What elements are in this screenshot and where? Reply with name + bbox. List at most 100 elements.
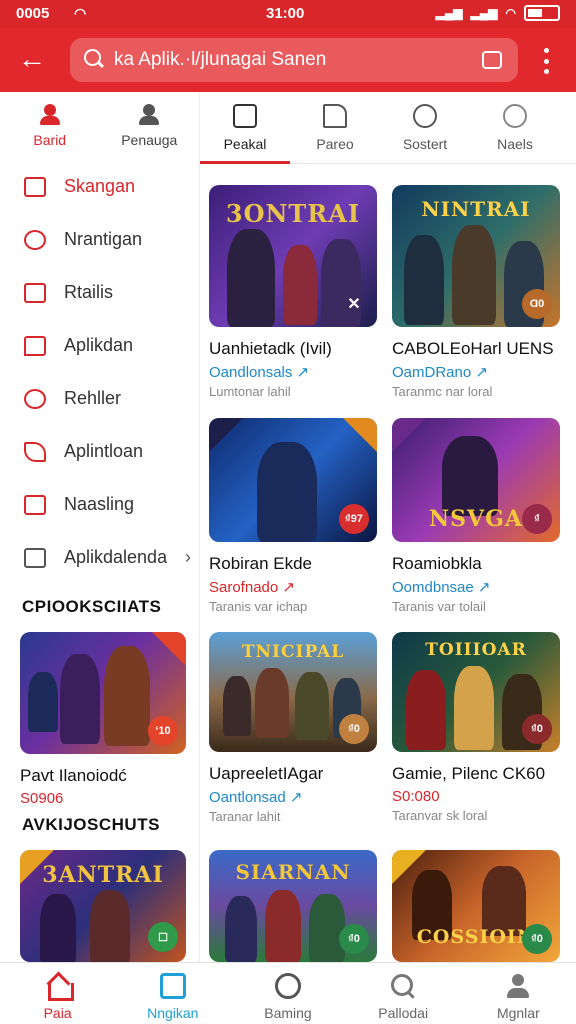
game-logo: 3ANTRAI — [42, 862, 164, 888]
category-tabs: Peakal Pareo Sostert Naels — [200, 92, 576, 164]
game-thumbnail[interactable]: TNICIPAL ₫0 — [209, 632, 377, 752]
game-thumbnail[interactable]: TOIIIOAR ₫0 — [392, 632, 560, 752]
nav-label: Mgnlar — [496, 1005, 540, 1021]
search-icon — [24, 229, 46, 250]
side-card[interactable]: ʻ10 Pavt Ilanoiodć S0906 — [20, 632, 186, 807]
corner-ribbon — [343, 418, 377, 452]
sidebar-item-skangan[interactable]: Skangan — [0, 160, 199, 213]
game-thumbnail[interactable]: NSVGA ₫ — [392, 418, 560, 542]
sidebar-tab-barid[interactable]: Barid — [0, 92, 100, 160]
game-card[interactable]: ₫97 Robiran Ekde Sarofnado ↗ Taranis var… — [209, 418, 377, 614]
game-card[interactable]: 3ONTRAI ✕ Uanhietadk (Ivil) Oandlonsals … — [209, 185, 377, 399]
game-logo: NINTRAI — [421, 197, 531, 221]
game-thumbnail[interactable]: ₫97 — [209, 418, 377, 542]
chat-icon — [24, 335, 46, 356]
game-card[interactable]: NSVGA ₫ Roamiobkla Oomdbnsae ↗ Taranis v… — [392, 418, 560, 614]
game-thumbnail[interactable]: SIARNAN ₫0 — [209, 850, 377, 962]
nav-baming[interactable]: Baming — [230, 963, 345, 1024]
discount-badge: ₫0 — [522, 924, 552, 954]
send-icon — [24, 441, 46, 462]
game-card[interactable]: NINTRAI Ɑ0 CABOLEoHarl UENS OamDRano ↗ T… — [392, 185, 560, 399]
tab-label: Sostert — [402, 136, 448, 152]
users-icon — [413, 104, 437, 128]
close-icon: ✕ — [347, 296, 361, 313]
nav-profile[interactable]: Mgnlar — [461, 963, 576, 1024]
tab-naels[interactable]: Naels — [470, 92, 560, 163]
sidebar-tabs: Barid Penauga — [0, 92, 199, 160]
nav-search[interactable]: Pallodai — [346, 963, 461, 1024]
discount-badge: ☐ — [148, 922, 178, 952]
corner-ribbon — [392, 418, 426, 452]
card-subtitle: Taranis var ichap — [209, 599, 308, 614]
card-title: Robiran Ekde — [209, 554, 313, 573]
user-icon — [39, 104, 61, 126]
app-bar: ← ka Aplik.·l/jlunagai Sanen — [0, 28, 576, 92]
nav-label: Pallodai — [378, 1005, 429, 1021]
grid-icon — [233, 104, 257, 128]
tab-label: Peakal — [223, 136, 267, 152]
status-bar: 0005 ◠ 31:00 ▂▄▆ ▂▄▆ ◠ — [0, 0, 576, 28]
status-time: 31:00 — [266, 5, 305, 22]
heart-icon — [24, 388, 46, 409]
chevron-right-icon: › — [185, 547, 191, 567]
search-input[interactable]: ka Aplik.·l/jlunagai Sanen — [114, 49, 482, 71]
folder-icon — [24, 494, 46, 515]
discount-badge: ₫0 — [339, 924, 369, 954]
tab-peakal[interactable]: Peakal — [200, 92, 290, 164]
game-card[interactable]: TNICIPAL ₫0 UapreeletIAgar Oantlonsad ↗ … — [209, 632, 377, 824]
game-thumbnail[interactable]: COSSIOIN ₫0 — [392, 850, 560, 962]
back-arrow-icon[interactable]: ← — [18, 44, 50, 76]
nav-home[interactable]: Paia — [0, 963, 115, 1024]
camera-icon[interactable] — [482, 51, 502, 69]
card-subtitle: Taranis var tolail — [392, 599, 486, 614]
megaphone-icon — [323, 104, 347, 128]
wifi-icon: ◠ — [74, 5, 87, 21]
nav-messages[interactable]: Nngikan — [115, 963, 230, 1024]
card-price: OamDRano ↗ — [392, 364, 488, 381]
sidebar-tab-label: Penauga — [121, 132, 178, 148]
game-thumbnail[interactable]: 3ONTRAI ✕ — [209, 185, 377, 327]
nav-label: Paia — [43, 1005, 72, 1021]
sidebar-tab-label: Barid — [33, 132, 67, 148]
card-subtitle: Taranmc nar loral — [392, 384, 493, 399]
game-logo: TOIIIOAR — [425, 640, 527, 660]
sidebar-item-label: Rehller — [64, 388, 122, 408]
card-price: Oomdbnsae ↗ — [392, 579, 491, 596]
sidebar-item-aplikdalenda[interactable]: Aplikdalenda › — [0, 531, 199, 584]
sidebar-item-aplikdan[interactable]: Aplikdan — [0, 319, 199, 372]
card-subtitle: Taranar lahit — [209, 809, 281, 824]
sidebar-item-rehller[interactable]: Rehller — [0, 372, 199, 425]
sidebar-item-label: Skangan — [64, 176, 136, 196]
search-bar[interactable]: ka Aplik.·l/jlunagai Sanen — [70, 38, 518, 82]
game-card[interactable]: SIARNAN ₫0 — [209, 850, 377, 962]
circle-icon — [274, 973, 301, 999]
signal-icon: ▂▄▆ — [435, 6, 463, 20]
side-card[interactable]: 3ANTRAI ☐ — [20, 850, 186, 962]
game-card[interactable]: TOIIIOAR ₫0 Gamie, Pilenc CK60 S0:080 Ta… — [392, 632, 560, 823]
sidebar-item-aplintloan[interactable]: Aplintloan — [0, 425, 199, 478]
card-subtitle: Lumtonar lahil — [209, 384, 291, 399]
discount-badge: ₫0 — [522, 714, 552, 744]
discount-badge: ʻ10 — [148, 716, 178, 746]
square-icon — [24, 176, 46, 197]
card-title: Pavt Ilanoiodć — [20, 766, 127, 785]
tab-sostert[interactable]: Sostert — [380, 92, 470, 163]
game-card[interactable]: COSSIOIN ₫0 — [392, 850, 560, 962]
card-title: Uanhietadk (Ivil) — [209, 339, 332, 358]
sidebar-item-rtailis[interactable]: Rtailis — [0, 266, 199, 319]
status-icons: ▂▄▆ ▂▄▆ ◠ — [436, 5, 560, 21]
more-options-icon[interactable] — [540, 48, 552, 74]
sidebar-item-nrantigan[interactable]: Nrantigan — [0, 213, 199, 266]
card-title: Gamie, Pilenc CK60 — [392, 764, 546, 783]
sidebar-tab-penauga[interactable]: Penauga — [100, 92, 200, 160]
game-thumbnail[interactable]: NINTRAI Ɑ0 — [392, 185, 560, 327]
search-icon — [390, 973, 416, 999]
game-thumbnail[interactable]: 3ANTRAI ☐ — [20, 850, 186, 962]
card-title: Roamiobkla — [392, 554, 482, 573]
wifi-icon-right: ◠ — [505, 6, 516, 20]
game-thumbnail[interactable]: ʻ10 — [20, 632, 186, 754]
card-title: CABOLEoHarl UENS — [392, 339, 554, 358]
tab-pareo[interactable]: Pareo — [290, 92, 380, 163]
sidebar-item-naasling[interactable]: Naasling — [0, 478, 199, 531]
copy-icon — [24, 547, 46, 568]
